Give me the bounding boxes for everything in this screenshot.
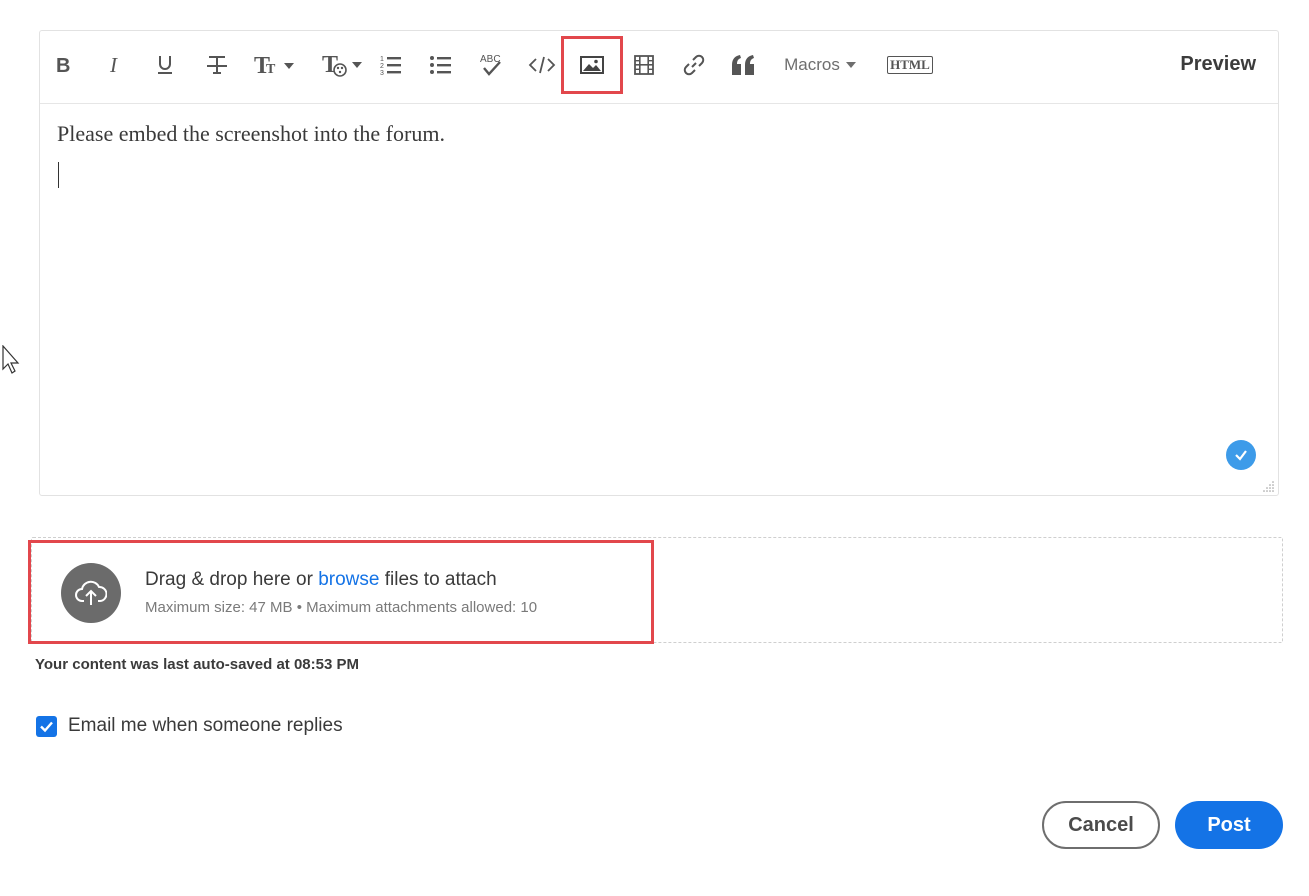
text-cursor bbox=[58, 162, 59, 188]
svg-text:2: 2 bbox=[380, 63, 384, 70]
svg-text:3: 3 bbox=[380, 70, 384, 77]
attachment-dropzone[interactable]: Drag & drop here or browse files to atta… bbox=[31, 537, 1283, 643]
bulleted-list-button[interactable] bbox=[426, 45, 456, 85]
svg-text:1: 1 bbox=[380, 56, 384, 63]
autosave-status: Your content was last auto-saved at 08:5… bbox=[35, 656, 359, 673]
svg-text:I: I bbox=[109, 55, 118, 75]
spellcheck-icon: ABC bbox=[480, 54, 501, 76]
font-size-icon: TT bbox=[254, 53, 294, 77]
image-icon bbox=[580, 56, 604, 74]
email-checkbox[interactable] bbox=[36, 715, 57, 737]
code-button[interactable] bbox=[526, 45, 558, 85]
email-notification-option: Email me when someone replies bbox=[36, 715, 343, 737]
attachment-limits: Maximum size: 47 MB • Maximum attachment… bbox=[145, 599, 538, 616]
bold-icon: B bbox=[56, 55, 70, 75]
editor-content[interactable]: Please embed the screenshot into the for… bbox=[57, 121, 445, 147]
svg-text:T: T bbox=[266, 62, 276, 77]
video-icon bbox=[634, 55, 654, 75]
quote-icon bbox=[732, 55, 754, 75]
italic-button[interactable]: I bbox=[100, 45, 130, 85]
cancel-button[interactable]: Cancel bbox=[1042, 801, 1160, 849]
link-icon bbox=[683, 54, 705, 76]
bulleted-list-icon bbox=[430, 56, 451, 74]
spellcheck-button[interactable]: ABC bbox=[476, 45, 506, 85]
resize-handle-icon[interactable] bbox=[1263, 480, 1275, 492]
chevron-down-icon bbox=[845, 62, 856, 68]
checkmark-icon bbox=[40, 721, 53, 732]
browse-link[interactable]: browse bbox=[318, 569, 379, 590]
strikethrough-button[interactable] bbox=[202, 45, 232, 85]
macros-dropdown[interactable]: Macros bbox=[780, 45, 860, 85]
dropzone-instructions: Drag & drop here or browse files to atta… bbox=[145, 569, 497, 591]
dropzone-text-end: files to attach bbox=[379, 569, 497, 590]
strikethrough-icon bbox=[207, 56, 227, 74]
macros-label: Macros bbox=[784, 55, 840, 74]
underline-icon bbox=[158, 56, 172, 74]
quote-button[interactable] bbox=[728, 45, 758, 85]
italic-icon: I bbox=[109, 55, 118, 75]
dropzone-text: Drag & drop here or bbox=[145, 569, 319, 590]
insert-image-button[interactable] bbox=[577, 45, 607, 85]
html-icon: HTML bbox=[887, 56, 933, 74]
cloud-upload-icon bbox=[61, 563, 121, 623]
numbered-list-icon: 123 bbox=[380, 56, 401, 77]
bold-button[interactable]: B bbox=[48, 45, 78, 85]
checkmark-icon bbox=[1226, 440, 1256, 470]
underline-button[interactable] bbox=[150, 45, 180, 85]
post-editor: B I TT T 123 ABC Macros HTML Preview Ple… bbox=[39, 30, 1279, 496]
text-color-icon: T bbox=[322, 52, 362, 78]
post-button[interactable]: Post bbox=[1175, 801, 1283, 849]
text-color-button[interactable]: T bbox=[322, 45, 366, 85]
insert-video-button[interactable] bbox=[629, 45, 659, 85]
font-size-button[interactable]: TT bbox=[252, 45, 300, 85]
preview-button[interactable]: Preview bbox=[1180, 53, 1256, 76]
editor-toolbar: B I TT T 123 ABC Macros HTML Preview bbox=[40, 31, 1278, 104]
numbered-list-button[interactable]: 123 bbox=[376, 45, 406, 85]
insert-link-button[interactable] bbox=[679, 45, 709, 85]
mouse-pointer-icon bbox=[2, 345, 20, 374]
html-button[interactable]: HTML bbox=[882, 45, 938, 85]
svg-text:B: B bbox=[56, 55, 70, 75]
code-icon bbox=[528, 56, 556, 74]
email-checkbox-label[interactable]: Email me when someone replies bbox=[68, 715, 343, 737]
